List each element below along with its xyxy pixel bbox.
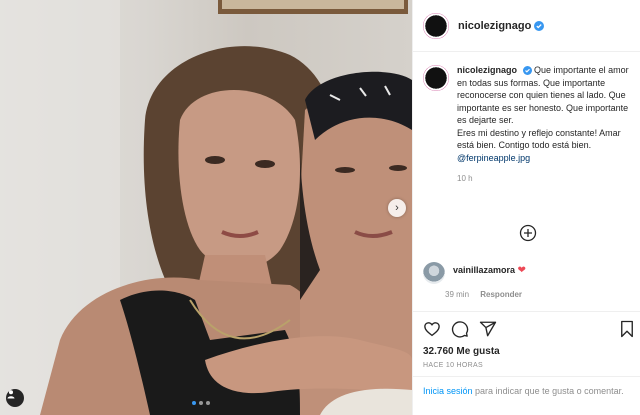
verified-badge-icon <box>522 66 532 75</box>
caption-body: nicolezignago Que importante el amor en … <box>457 64 630 186</box>
plus-circle-icon[interactable] <box>519 224 537 242</box>
avatar[interactable] <box>423 65 449 91</box>
login-link[interactable]: Inicia sesión <box>423 386 473 396</box>
divider <box>413 311 640 312</box>
post-photo[interactable]: › <box>0 0 412 415</box>
caption-time: 10 h <box>457 174 473 183</box>
post-header: nicolezignago <box>413 0 640 52</box>
comment-bubble-icon[interactable] <box>451 320 469 338</box>
likes-count[interactable]: 32.760 Me gusta <box>423 346 500 357</box>
heart-outline-icon[interactable] <box>423 320 441 338</box>
comment-body: vainillazamora ❤ <box>453 265 526 276</box>
carousel-dot <box>206 401 210 405</box>
carousel-dot <box>192 401 196 405</box>
user-tag-icon <box>7 390 15 399</box>
caption-username[interactable]: nicolezignago <box>457 65 517 75</box>
divider <box>413 376 640 377</box>
carousel-indicator <box>192 401 210 405</box>
post-side-panel: nicolezignago nicolezignago Que importan… <box>412 0 640 415</box>
comment-meta: 39 min Responder <box>445 290 526 299</box>
carousel-dot <box>199 401 203 405</box>
picture-frame-inner <box>222 0 404 9</box>
comment-time: 39 min <box>445 290 470 299</box>
avatar[interactable] <box>423 12 449 39</box>
caption-text-2: Eres mi destino y reflejo constante! Ama… <box>457 127 621 151</box>
avatar[interactable] <box>423 262 445 284</box>
user-tag-button[interactable] <box>6 389 24 407</box>
carousel-next-button[interactable]: › <box>388 199 406 217</box>
heart-emoji: ❤ <box>517 265 526 276</box>
eye-left-1 <box>205 156 225 164</box>
reply-button[interactable]: Responder <box>480 290 522 299</box>
eye-right-1 <box>335 167 355 173</box>
woman-left-face <box>178 90 300 269</box>
eye-left-2 <box>255 160 275 168</box>
chevron-right-icon: › <box>395 202 399 214</box>
eye-right-2 <box>389 165 407 171</box>
author-username[interactable]: nicolezignago <box>458 20 531 32</box>
verified-badge-icon <box>534 20 545 31</box>
caption: nicolezignago Que importante el amor en … <box>413 52 640 186</box>
login-prompt: Inicia sesión para indicar que te gusta … <box>423 385 628 398</box>
caption-mention-link[interactable]: @ferpineapple.jpg <box>457 152 630 165</box>
photo-illustration <box>0 0 412 415</box>
comment-username[interactable]: vainillazamora <box>453 265 515 275</box>
action-bar <box>423 320 635 340</box>
comment-item: vainillazamora ❤ 39 min Responder <box>423 262 526 299</box>
login-prompt-text: para indicar que te gusta o comentar. <box>475 386 624 396</box>
paper-plane-icon[interactable] <box>479 320 497 338</box>
bookmark-icon[interactable] <box>619 320 635 338</box>
post-timestamp: HACE 10 HORAS <box>423 362 483 369</box>
